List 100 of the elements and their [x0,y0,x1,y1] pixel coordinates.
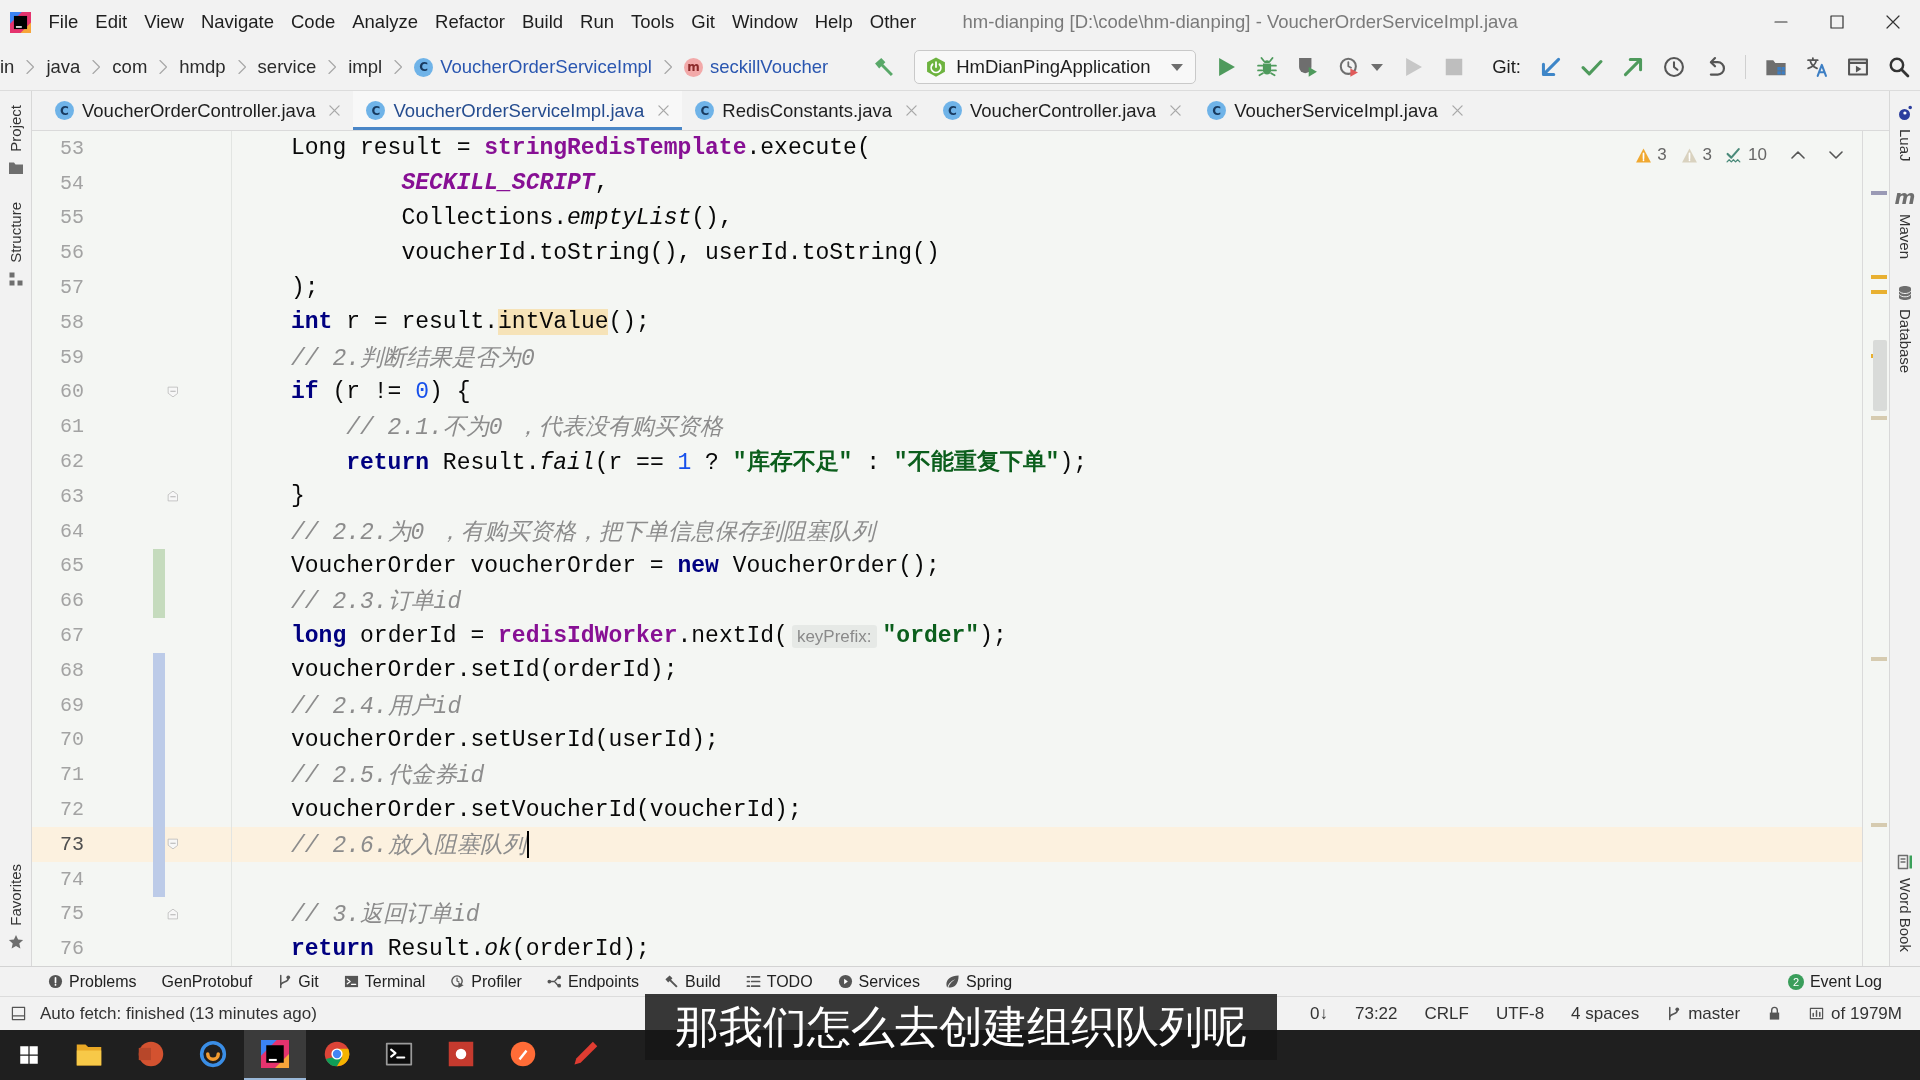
subtitle: 那我们怎么去创建组织队列呢 [645,994,1277,1060]
tool-window-button[interactable]: Profiler [450,972,522,991]
profiler-icon [450,974,466,989]
tool-window-button[interactable]: Build [664,972,721,991]
git-branch-button[interactable]: master [1666,1003,1741,1024]
tool-window-button[interactable]: Word Book [1896,854,1914,952]
editor-tab[interactable]: C VoucherOrderController.java [42,91,354,130]
status-item[interactable]: CRLF [1424,1003,1469,1024]
chevron-down-icon[interactable] [1829,151,1843,159]
editor-tab[interactable]: C VoucherController.java [930,91,1195,130]
tool-window-button[interactable]: TODO [745,972,813,991]
event-log-button[interactable]: 2 Event Log [1787,972,1882,991]
line-number: 57 [59,276,85,300]
menu-item[interactable]: Window [723,8,807,36]
close-icon[interactable] [1886,15,1900,29]
breadcrumb-item[interactable]: java [46,56,81,78]
fold-marker-icon[interactable] [167,384,179,399]
arrow-down-left-icon[interactable] [1540,56,1562,78]
tool-window-button[interactable]: Git [277,972,319,991]
chevron-icon [26,60,35,74]
debug-icon[interactable] [1256,56,1279,78]
warning-count[interactable]: 3 [1657,145,1667,165]
change-marker[interactable] [153,548,165,584]
menu-item[interactable]: Tools [622,8,683,36]
line-number: 54 [59,171,85,195]
menu-item[interactable]: Refactor [426,8,514,36]
minimize-icon[interactable] [1774,21,1788,23]
editor-tab[interactable]: C RedisConstants.java [682,91,930,130]
menu-item[interactable]: Code [282,8,344,36]
breadcrumb-item[interactable]: impl [348,56,383,78]
menu-item[interactable]: View [135,8,193,36]
change-marker[interactable] [153,583,165,619]
window-play-icon[interactable] [1847,56,1869,78]
breadcrumb-item[interactable]: C VoucherOrderServiceImpl [414,56,652,78]
weak-warning-count[interactable]: 3 [1702,145,1713,165]
tool-window-button[interactable]: Terminal [343,972,426,991]
editor-tab[interactable]: C VoucherServiceImpl.java [1194,91,1476,130]
menu-item[interactable]: Build [513,8,572,36]
change-marker[interactable] [153,652,165,688]
list-icon [745,974,761,989]
clock-icon[interactable] [1663,56,1685,78]
code-line: Long result = stringRedisTemplate.execute( [291,135,871,162]
breadcrumb-item[interactable]: hmdp [179,56,226,78]
tool-window-button[interactable]: GenProtobuf [161,972,253,991]
code-line: voucherOrder.setVoucherId(voucherId); [291,796,802,823]
tool-window-button[interactable]: Structure [7,201,24,287]
window-title: hm-dianping [D:\code\hm-dianping] - VoucherOrderServiceImpl.java [962,11,1518,33]
search-icon[interactable] [1888,56,1910,78]
fold-marker-icon[interactable] [167,489,179,504]
breadcrumb-item[interactable]: in [0,56,15,78]
run-config-dropdown[interactable]: HmDianPingApplication [914,50,1197,84]
menu-item[interactable]: Help [806,8,862,36]
menu-item[interactable]: File [40,8,87,36]
tool-window-button[interactable]: Spring [944,972,1013,991]
scrollbar-track[interactable] [1862,131,1889,966]
menu-item[interactable]: Analyze [343,8,427,36]
tool-window-button[interactable]: Services [837,972,920,991]
caret-icon[interactable] [1371,62,1384,72]
profiler-icon[interactable] [1338,56,1361,78]
menu-item[interactable]: Other [861,8,925,36]
status-item[interactable]: UTF-8 [1495,1003,1545,1024]
menu-item[interactable]: Git [682,8,724,36]
tool-window-button[interactable]: Database [1896,284,1914,373]
menu-item[interactable]: Run [571,8,623,36]
tool-window-button[interactable]: Problems [48,972,137,991]
tool-window-button[interactable]: Endpoints [546,972,640,991]
line-number: 73 [59,832,85,856]
maximize-icon[interactable] [1830,15,1844,29]
arrow-up-right-icon[interactable] [1622,56,1644,78]
typo-count[interactable]: 10 [1748,145,1767,165]
memory-indicator[interactable]: of 1979M [1809,1003,1902,1024]
panel-toggle-icon[interactable] [11,1006,26,1021]
tool-window-button[interactable]: m Maven [1894,187,1916,259]
breadcrumb-item[interactable]: com [112,56,148,78]
app-icon [509,1040,537,1068]
status-item[interactable]: 4 spaces [1571,1003,1640,1024]
menu-item[interactable]: Edit [86,8,136,36]
change-marker[interactable] [153,861,165,897]
editor-tab[interactable]: C VoucherOrderServiceImpl.java [353,91,683,130]
fold-marker-icon[interactable] [167,837,179,852]
code-line: if (r != 0) { [291,378,471,405]
weak-warning-icon[interactable] [1680,146,1698,164]
line-number: 59 [59,345,85,369]
status-item[interactable]: 73:22 [1354,1003,1398,1024]
warning-icon[interactable] [1635,146,1653,164]
tool-window-button[interactable]: Favorites [7,864,24,950]
app-icon [447,1040,475,1068]
app-logo-icon [10,11,31,33]
tool-window-button[interactable]: LuaJ [1896,105,1914,162]
fold-marker-icon[interactable] [167,906,179,921]
status-item[interactable]: 0↓ [1310,1003,1328,1024]
taskbar-button[interactable] [244,1030,306,1080]
translate-icon[interactable] [1806,56,1828,78]
breadcrumb-item[interactable]: service [257,56,317,78]
menu-item[interactable]: Navigate [192,8,283,36]
breadcrumb-item[interactable]: m seckillVoucher [683,56,829,78]
scrollbar-thumb[interactable] [1873,340,1887,411]
chevron-up-icon[interactable] [1791,151,1805,159]
hammer-icon[interactable] [873,56,896,78]
tool-window-button[interactable]: Project [7,105,24,176]
